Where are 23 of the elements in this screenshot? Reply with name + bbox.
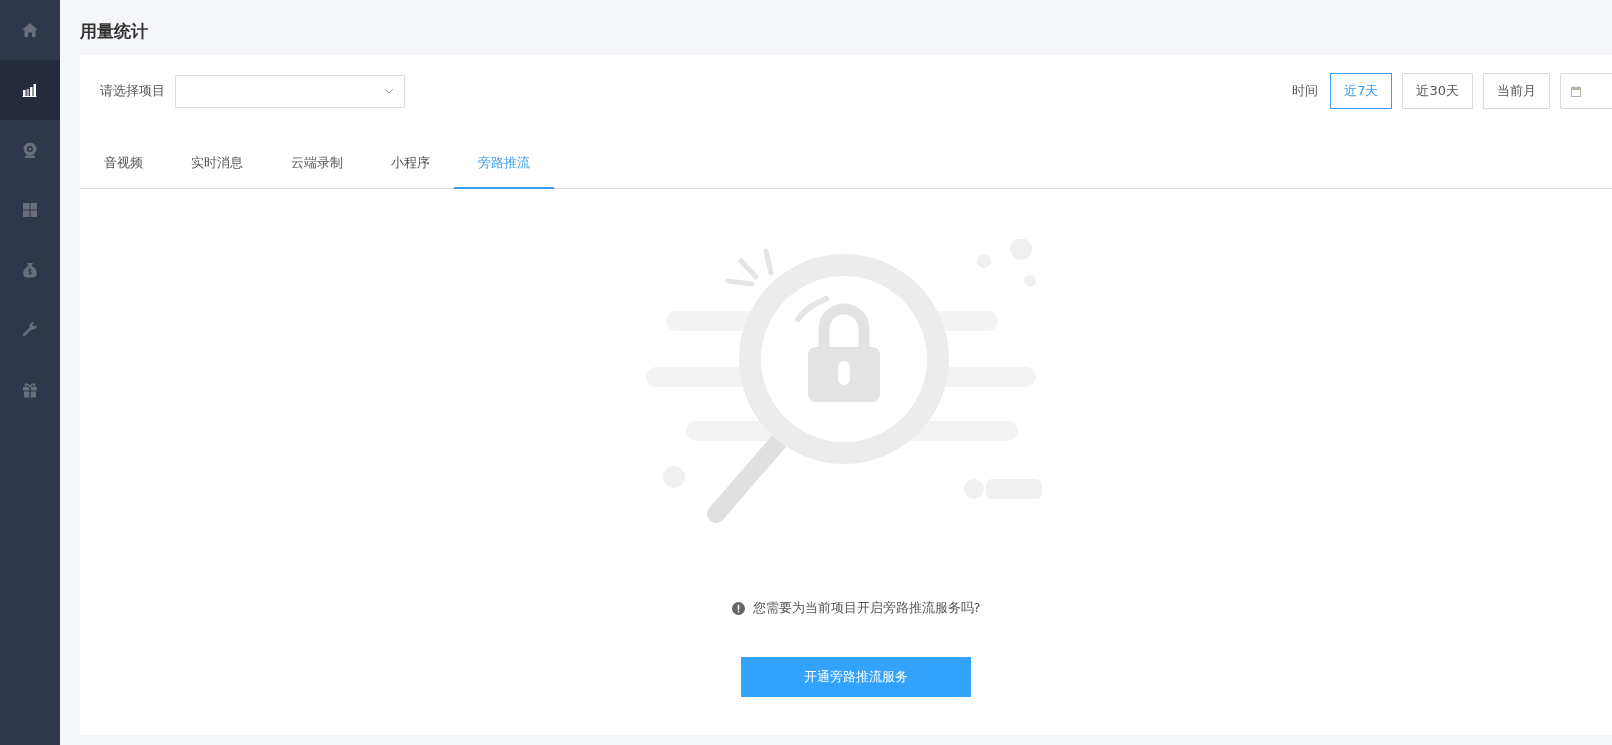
gift-icon — [21, 381, 39, 399]
tab[interactable]: 云端录制 — [267, 139, 367, 189]
warning-icon — [731, 601, 745, 615]
sidebar-item[interactable] — [0, 60, 60, 120]
grid-icon — [21, 201, 39, 219]
calendar-icon — [1571, 85, 1581, 97]
page-title: 用量统计 — [80, 20, 149, 43]
chevron-down-icon — [384, 88, 394, 94]
prompt-message: 您需要为当前项目开启旁路推流服务吗? — [752, 599, 981, 617]
wrench-icon — [21, 321, 39, 339]
project-label: 请选择项目 — [100, 82, 165, 100]
time-label: 时间 — [1292, 82, 1319, 100]
webcam-icon — [21, 141, 39, 159]
time-range-button[interactable]: 当前月 — [1483, 73, 1550, 109]
home-icon — [21, 21, 39, 39]
money-bag-icon — [21, 261, 39, 279]
bar-chart-icon — [21, 81, 39, 99]
tab[interactable]: 实时消息 — [167, 139, 267, 189]
tab[interactable]: 音视频 — [80, 139, 167, 189]
project-select[interactable] — [175, 74, 405, 108]
date-range-field[interactable] — [1560, 73, 1612, 109]
time-range-button[interactable]: 近30天 — [1402, 73, 1473, 109]
tab[interactable]: 小程序 — [367, 139, 454, 189]
